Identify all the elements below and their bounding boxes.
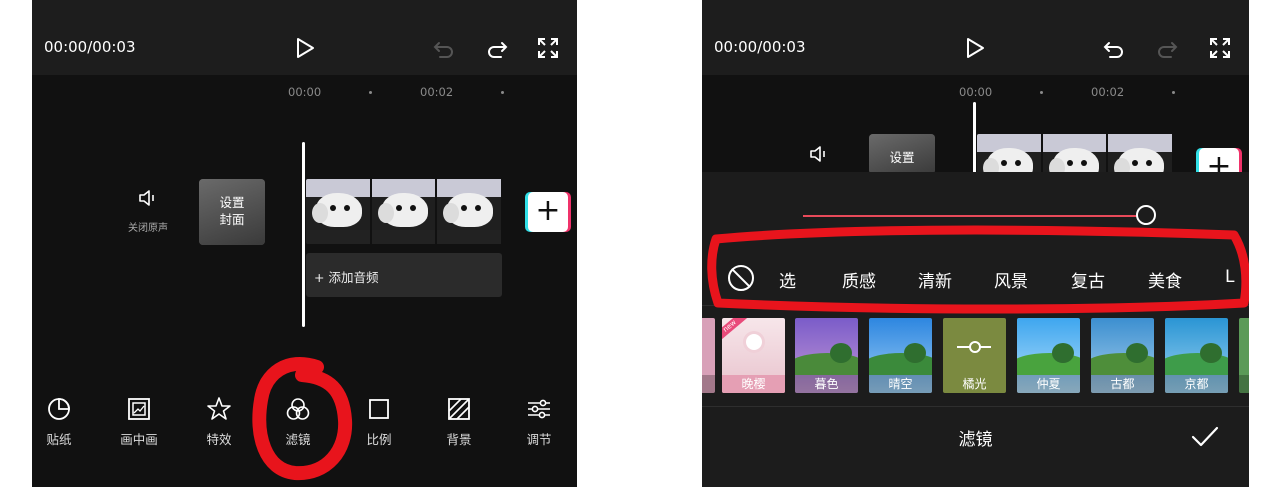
playhead[interactable] [302, 142, 305, 327]
toolbar-label: 贴纸 [46, 432, 72, 447]
filter-thumb-clear-sky[interactable]: 晴空 [869, 318, 932, 393]
divider [702, 305, 1249, 306]
toolbar-background[interactable]: 背景 [429, 395, 489, 448]
add-audio-button[interactable]: + 添加音频 [306, 253, 502, 297]
category-tab-retro[interactable]: 复古 [1071, 267, 1105, 292]
divider [702, 406, 1249, 407]
redo-icon[interactable] [1155, 37, 1179, 61]
toolbar-label: 背景 [446, 432, 472, 447]
filter-thumb-midsummer[interactable]: 仲夏 [1017, 318, 1080, 393]
category-tab-landscape[interactable]: 风景 [994, 267, 1028, 292]
redo-icon[interactable] [485, 37, 509, 61]
fullscreen-icon[interactable] [1208, 36, 1232, 60]
ruler-mark-0: 00:00 [288, 85, 322, 99]
toolbar-picture-in-picture[interactable]: 画中画 [109, 395, 169, 448]
toolbar-label: 滤镜 [285, 432, 311, 447]
add-audio-label: + 添加音频 [314, 270, 379, 285]
timecode: 00:00/00:03 [714, 38, 806, 56]
cover-label-line2: 封面 [219, 212, 245, 227]
clip-frame [1042, 134, 1107, 174]
ruler-mark-2: 00:02 [420, 85, 454, 99]
toolbar-label: 画中画 [120, 432, 158, 447]
video-clip-track[interactable] [306, 179, 503, 244]
fullscreen-icon[interactable] [536, 36, 560, 60]
toolbar-filter[interactable]: 滤镜 [268, 395, 328, 448]
top-bar: 00:00/00:03 [32, 0, 577, 75]
filter-intensity-knob[interactable] [1136, 205, 1156, 225]
filter-thumb-ancient-city[interactable]: 古都 [1091, 318, 1154, 393]
ruler-mark-0: 00:00 [959, 85, 993, 99]
toolbar-label: 特效 [206, 432, 232, 447]
filter-thumb[interactable] [1239, 318, 1249, 393]
play-icon[interactable] [964, 37, 986, 59]
background-icon [448, 398, 470, 420]
filter-thumb[interactable] [702, 318, 715, 393]
ruler-mark-2: 00:02 [1091, 85, 1125, 99]
set-cover-button[interactable]: 设置 封面 [199, 179, 265, 245]
toolbar-label: 调节 [526, 432, 552, 447]
adjust-icon [528, 399, 550, 419]
confirm-check-icon[interactable] [1191, 425, 1219, 449]
clip-frame [306, 179, 370, 244]
filter-thumb-twilight-cherry[interactable]: new 晚樱 [722, 318, 785, 393]
category-tab-texture[interactable]: 质感 [842, 267, 876, 292]
category-tab-more[interactable]: L [1225, 267, 1234, 287]
category-tab[interactable]: 选 [779, 267, 796, 292]
play-icon[interactable] [294, 37, 316, 59]
filter-thumb-kyoto[interactable]: 京都 [1165, 318, 1228, 393]
clip-frame [437, 179, 502, 244]
timecode: 00:00/00:03 [44, 38, 136, 56]
playhead[interactable] [973, 102, 976, 174]
clip-frame [371, 179, 436, 244]
ruler-dot [1172, 91, 1175, 94]
top-bar: 00:00/00:03 [702, 0, 1249, 75]
effects-star-icon [207, 397, 231, 420]
clip-frame [1108, 134, 1173, 174]
undo-icon[interactable] [432, 37, 456, 61]
right-filter-screen: 00:00/00:03 00:00 00:02 设置 + 选 质感 清新 风景 … [702, 0, 1249, 487]
toolbar-ratio[interactable]: 比例 [349, 395, 409, 448]
filter-thumb-orange-light-selected[interactable]: 橘光 [943, 318, 1006, 393]
plus-icon: + [535, 193, 561, 228]
category-tab-fresh[interactable]: 清新 [918, 267, 952, 292]
picture-in-picture-icon [128, 398, 150, 420]
ruler-dot [369, 91, 372, 94]
no-filter-icon[interactable] [728, 265, 754, 291]
toolbar-label: 比例 [366, 432, 392, 447]
toolbar-effects[interactable]: 特效 [189, 395, 249, 448]
left-editor-screen: 00:00/00:03 00:00 00:02 关闭原声 设置 封面 + + 添… [32, 0, 577, 487]
toolbar-adjust[interactable]: 调节 [509, 395, 569, 448]
filter-intensity-slider[interactable] [803, 215, 1146, 217]
ruler-dot [501, 91, 504, 94]
set-cover-button[interactable]: 设置 [869, 134, 935, 174]
category-tab-food[interactable]: 美食 [1148, 267, 1182, 292]
undo-icon[interactable] [1102, 37, 1126, 61]
sticker-icon [48, 398, 70, 420]
mute-original-label[interactable]: 关闭原声 [128, 219, 168, 234]
filter-icon [286, 398, 310, 420]
filter-thumb-dusk[interactable]: 暮色 [795, 318, 858, 393]
ratio-icon [369, 399, 389, 419]
ruler-dot [1040, 91, 1043, 94]
video-clip-track[interactable] [977, 134, 1174, 174]
toolbar-sticker[interactable]: 贴纸 [32, 395, 89, 448]
clip-frame [977, 134, 1041, 174]
cover-label-line1: 设置 [219, 195, 245, 210]
cover-label-line1: 设置 [889, 150, 915, 165]
add-clip-button[interactable]: + [528, 192, 568, 232]
speaker-icon[interactable] [137, 187, 159, 209]
panel-title: 滤镜 [958, 430, 993, 450]
speaker-icon[interactable] [808, 143, 830, 165]
